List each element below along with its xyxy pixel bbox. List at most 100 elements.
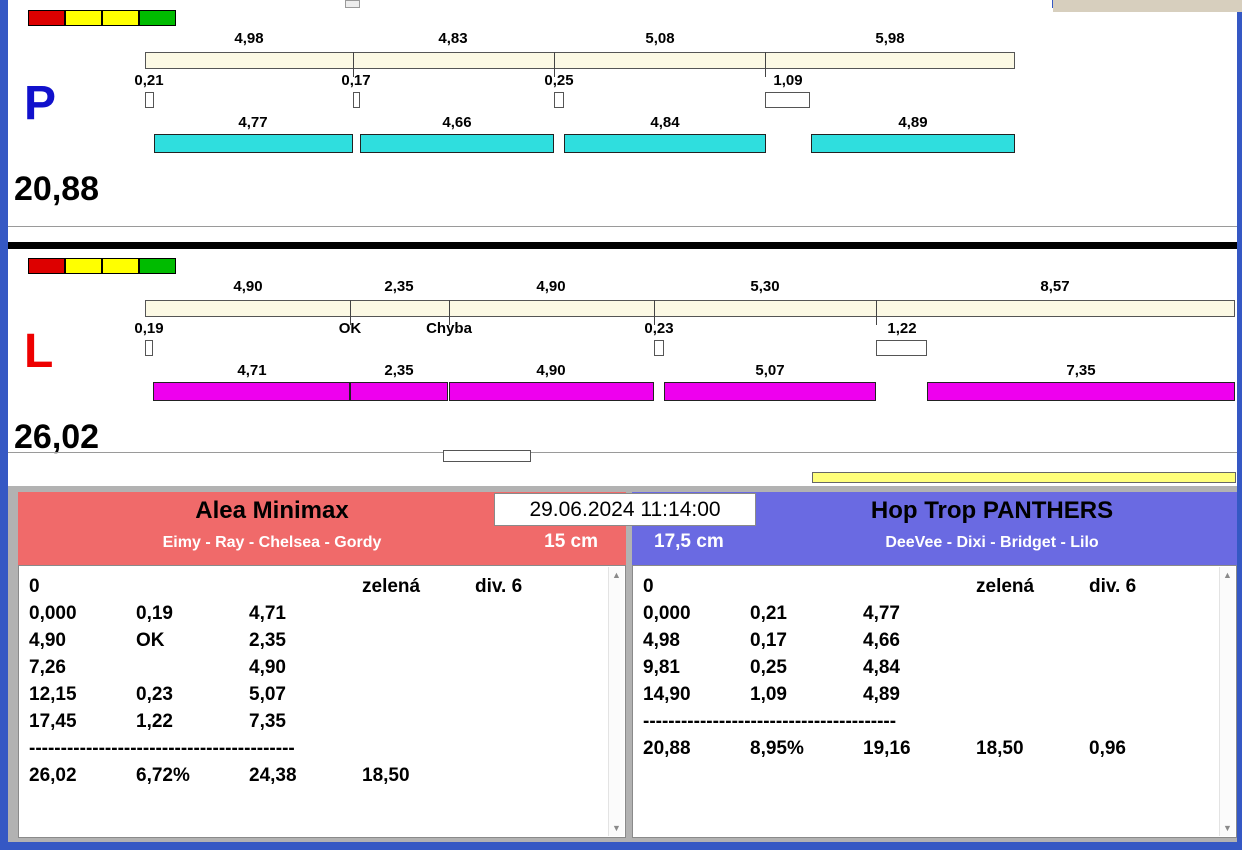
start-delay-label: Chyba <box>426 320 472 337</box>
run-time-bar <box>360 134 554 153</box>
start-delay-box <box>145 92 154 108</box>
scroll-up-icon[interactable]: ▲ <box>609 570 624 580</box>
separator-line <box>8 452 1237 453</box>
table-cell: 9,81 <box>643 657 680 678</box>
results-rows: 0 zelená div. 6 0,000 0,21 4,77 4,98 0,17 4,66 9,… <box>633 576 1218 765</box>
table-cell: 1,22 <box>136 711 173 732</box>
table-cell: 0,23 <box>136 684 173 705</box>
table-cell: 0,21 <box>750 603 787 624</box>
timeline: 4,90 0,19 4,71 2,35 OK 2,35 4,90 Chyba 4,90 5,30 0… <box>0 256 1242 482</box>
table-cell: 4,71 <box>249 603 286 624</box>
run-time-bar <box>350 382 448 401</box>
split-time-label: 4,98 <box>234 30 264 47</box>
table-cell: 1,09 <box>750 684 787 705</box>
table-cell: 20,88 <box>643 738 691 759</box>
table-cell: 26,02 <box>29 765 77 786</box>
scroll-down-icon[interactable]: ▼ <box>609 823 624 833</box>
split-time-label: 8,57 <box>1040 278 1070 295</box>
separator-dashes: ---------------------------------------- <box>643 711 897 732</box>
results-rows: 0 zelená div. 6 0,000 0,19 4,71 4,90 OK 2,35 7,26… <box>19 576 607 792</box>
table-cell: 12,15 <box>29 684 77 705</box>
run-time-bar <box>811 134 1015 153</box>
table-row: 26,02 6,72% 24,38 18,50 <box>19 765 607 792</box>
start-delay-label: 0,25 <box>544 72 574 89</box>
window-grip[interactable] <box>345 0 360 8</box>
team-results: 0 zelená div. 6 0,000 0,21 4,77 4,98 0,17 4,66 9,… <box>632 565 1237 838</box>
run-time-label: 5,07 <box>755 362 785 379</box>
start-delay-label: 0,21 <box>134 72 164 89</box>
split-time-label: 4,90 <box>536 278 566 295</box>
start-delay-box <box>654 340 664 356</box>
table-cell: 0,000 <box>643 603 691 624</box>
table-cell: 18,50 <box>362 765 410 786</box>
separator-dashes: ----------------------------------------… <box>29 738 295 759</box>
run-time-label: 2,35 <box>384 362 414 379</box>
table-cell: 7,35 <box>249 711 286 732</box>
scroll-up-icon[interactable]: ▲ <box>1220 570 1235 580</box>
run-time-bar <box>564 134 766 153</box>
lane-divider <box>8 242 1237 249</box>
jump-height-badge: 15 cm <box>544 531 598 552</box>
start-delay-label: 0,17 <box>341 72 371 89</box>
table-row: ----------------------------------------… <box>19 738 607 765</box>
scrollbar[interactable]: ▲ ▼ <box>608 567 624 836</box>
table-cell: 4,90 <box>29 630 66 651</box>
start-delay-label: 0,19 <box>134 320 164 337</box>
table-row: 9,81 0,25 4,84 <box>633 657 1218 684</box>
split-time-label: 2,35 <box>384 278 414 295</box>
table-cell: 0,17 <box>750 630 787 651</box>
table-row: 17,45 1,22 7,35 <box>19 711 607 738</box>
table-cell: zelená <box>976 576 1035 597</box>
run-time-label: 4,90 <box>536 362 566 379</box>
timeline: 4,98 0,21 4,77 4,83 0,17 4,66 5,08 0,25 4,84 5,98… <box>0 8 1242 224</box>
table-cell: 14,90 <box>643 684 691 705</box>
table-cell: 4,98 <box>643 630 680 651</box>
run-time-bar <box>664 382 876 401</box>
segment-tick <box>876 300 877 325</box>
start-delay-box <box>876 340 927 356</box>
table-row: 14,90 1,09 4,89 <box>633 684 1218 711</box>
jump-height-badge: 17,5 cm <box>654 531 724 552</box>
start-delay-box <box>145 340 153 356</box>
table-cell: zelená <box>362 576 421 597</box>
scroll-down-icon[interactable]: ▼ <box>1220 823 1235 833</box>
run-time-label: 4,77 <box>238 114 268 131</box>
table-cell: 0,19 <box>136 603 173 624</box>
start-delay-label: 1,22 <box>887 320 917 337</box>
start-delay-box <box>353 92 360 108</box>
start-delay-label: 0,23 <box>644 320 674 337</box>
table-row: 0,000 0,21 4,77 <box>633 603 1218 630</box>
flyball-timing-window: { "window": { "datetime": "29.06.2024 11… <box>0 0 1242 850</box>
table-row: 7,26 4,90 <box>19 657 607 684</box>
lane-total-time: 20,88 <box>14 170 100 208</box>
table-cell: 4,77 <box>863 603 900 624</box>
table-row: 12,15 0,23 5,07 <box>19 684 607 711</box>
split-time-label: 4,83 <box>438 30 468 47</box>
split-bar <box>145 52 1015 69</box>
table-row: 0 zelená div. 6 <box>633 576 1218 603</box>
table-cell: 0 <box>29 576 40 597</box>
titlebar-strip <box>8 0 1052 8</box>
table-cell: div. 6 <box>475 576 523 597</box>
segment-tick <box>765 52 766 77</box>
run-time-label: 4,71 <box>237 362 267 379</box>
start-delay-box <box>554 92 564 108</box>
lane-p-panel: P 4,98 0,21 4,77 4,83 0,17 4,66 5,08 0,25 4,84 5,… <box>0 8 1242 224</box>
table-cell: 4,89 <box>863 684 900 705</box>
run-time-label: 7,35 <box>1066 362 1096 379</box>
table-cell: 7,26 <box>29 657 66 678</box>
run-time-bar <box>154 134 353 153</box>
table-cell: 0,000 <box>29 603 77 624</box>
team-dogs: Eimy - Ray - Chelsea - Gordy <box>162 534 382 551</box>
run-time-bar <box>927 382 1235 401</box>
table-cell: 4,66 <box>863 630 900 651</box>
table-cell: 8,95% <box>750 738 804 759</box>
table-cell: 2,35 <box>249 630 286 651</box>
scrollbar[interactable]: ▲ ▼ <box>1219 567 1235 836</box>
table-cell: 18,50 <box>976 738 1024 759</box>
split-time-label: 5,08 <box>645 30 675 47</box>
table-cell: 0 <box>643 576 654 597</box>
split-time-label: 4,90 <box>233 278 263 295</box>
table-cell: div. 6 <box>1089 576 1137 597</box>
table-cell: 24,38 <box>249 765 297 786</box>
